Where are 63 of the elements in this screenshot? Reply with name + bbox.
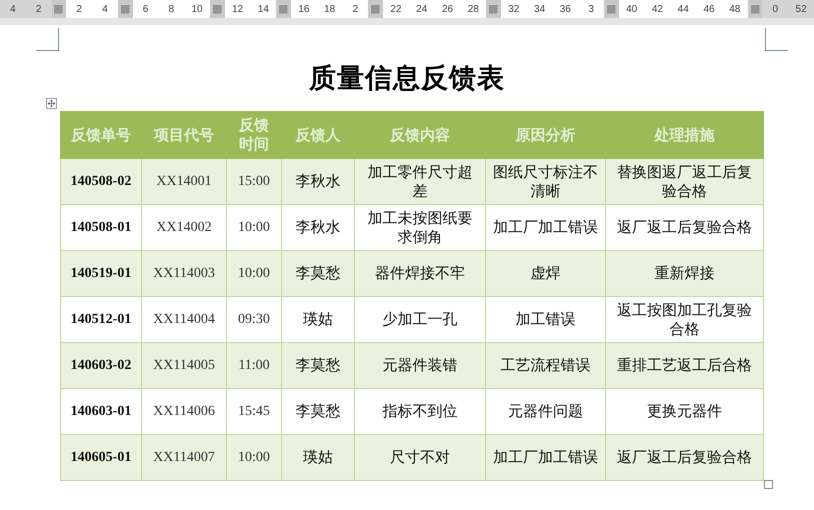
table-cell: 140603-02 bbox=[60, 342, 142, 388]
table-cell: 重新焊接 bbox=[606, 250, 764, 296]
table-cell: 11:00 bbox=[226, 342, 282, 388]
table-cell: 图纸尺寸标注不清晰 bbox=[486, 158, 606, 204]
table-cell: 140508-02 bbox=[60, 158, 142, 204]
ruler-number: 34 bbox=[534, 4, 546, 14]
ruler-number: 36 bbox=[560, 4, 571, 14]
column-header: 反馈单号 bbox=[60, 112, 142, 158]
table-cell: 重排工艺返工后合格 bbox=[606, 342, 764, 388]
table-cell: 瑛姑 bbox=[282, 434, 354, 480]
table-cell: XX14001 bbox=[142, 158, 226, 204]
ruler-number: 48 bbox=[729, 4, 740, 14]
ruler-number: 32 bbox=[508, 4, 520, 14]
ruler-number: 40 bbox=[626, 4, 638, 14]
ruler-number: 4 bbox=[10, 4, 16, 14]
column-header: 项目代号 bbox=[142, 112, 226, 158]
table-cell: 元器件装错 bbox=[354, 342, 486, 388]
table-cell: 器件焊接不牢 bbox=[354, 250, 486, 296]
ruler-number: 44 bbox=[678, 4, 689, 14]
ruler-number: 6 bbox=[142, 4, 148, 14]
ruler-number: 52 bbox=[796, 4, 807, 14]
table-cell: 返厂返工后复验合格 bbox=[606, 434, 764, 480]
ruler-number: 26 bbox=[442, 4, 454, 14]
table-cell: 140519-01 bbox=[60, 250, 142, 296]
table-cell: XX114005 bbox=[142, 342, 226, 388]
table-cell: XX114003 bbox=[142, 250, 226, 296]
table-cell: 替换图返厂返工后复验合格 bbox=[606, 158, 764, 204]
column-header: 反馈内容 bbox=[354, 112, 486, 158]
ruler-number: 18 bbox=[324, 4, 336, 14]
ruler-number: 46 bbox=[703, 4, 715, 14]
document-title: 质量信息反馈表 bbox=[309, 62, 505, 96]
table-cell: 李秋水 bbox=[282, 158, 354, 204]
table-cell: 加工厂加工错误 bbox=[486, 434, 606, 480]
ruler-number: 28 bbox=[468, 4, 479, 14]
table-cell: 加工零件尺寸超差 bbox=[354, 158, 486, 204]
table-cell: 15:00 bbox=[226, 158, 282, 204]
table-cell: 140605-01 bbox=[60, 434, 142, 480]
table-cell: 工艺流程错误 bbox=[486, 342, 606, 388]
table-cell: 李莫愁 bbox=[282, 250, 354, 296]
column-header: 原因分析 bbox=[486, 112, 606, 158]
ruler-number: 2 bbox=[76, 4, 82, 14]
table-cell: 尺寸不对 bbox=[354, 434, 486, 480]
ruler-number: 2 bbox=[36, 4, 42, 14]
table-cell: 虚焊 bbox=[486, 250, 606, 296]
table-cell: 10:00 bbox=[226, 250, 282, 296]
ruler-number: 0 bbox=[772, 4, 778, 14]
ruler-number: 10 bbox=[191, 4, 203, 14]
table-cell: XX114007 bbox=[142, 434, 226, 480]
ruler-number: 42 bbox=[652, 4, 663, 14]
ruler-number: 4 bbox=[102, 4, 108, 14]
column-header: 处理措施 bbox=[606, 112, 764, 158]
table-cell: 10:00 bbox=[226, 434, 282, 480]
ruler-number: 16 bbox=[298, 4, 310, 14]
ruler-number: 8 bbox=[168, 4, 174, 14]
ruler-number: 14 bbox=[258, 4, 269, 14]
ruler-number: 22 bbox=[390, 4, 402, 14]
column-header: 反馈时间 bbox=[226, 112, 282, 158]
ruler-number: 2 bbox=[352, 4, 358, 14]
column-header: 反馈人 bbox=[282, 112, 354, 158]
table-cell: 李莫愁 bbox=[282, 342, 354, 388]
ruler-number: 12 bbox=[232, 4, 244, 14]
ruler-number: 3 bbox=[588, 4, 594, 14]
ruler-number: 24 bbox=[416, 4, 428, 14]
